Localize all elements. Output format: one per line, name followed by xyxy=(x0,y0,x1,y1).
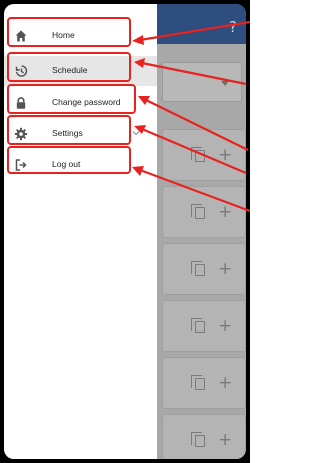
plus-icon[interactable]: + xyxy=(218,315,232,337)
copy-icon[interactable] xyxy=(191,318,205,333)
copy-icon[interactable] xyxy=(191,147,205,162)
plus-icon[interactable]: + xyxy=(218,258,232,280)
plus-icon[interactable]: + xyxy=(218,201,232,223)
schedule-card[interactable]: + xyxy=(162,243,246,295)
annotation-box-log-out xyxy=(7,146,131,174)
copy-icon[interactable] xyxy=(191,432,205,447)
schedule-card[interactable]: + xyxy=(162,186,246,238)
annotation-box-change-password xyxy=(7,84,136,114)
help-icon[interactable]: ? xyxy=(226,18,240,36)
chevron-down-icon[interactable] xyxy=(132,129,140,137)
plus-icon[interactable]: + xyxy=(218,144,232,166)
caret-down-icon xyxy=(221,81,229,86)
phone-frame: ? + + + + + + Home Schedule Change passw… xyxy=(0,0,250,463)
copy-icon[interactable] xyxy=(191,375,205,390)
annotation-box-home xyxy=(7,17,131,47)
copy-icon[interactable] xyxy=(191,261,205,276)
schedule-card[interactable]: + xyxy=(162,129,246,181)
copy-icon[interactable] xyxy=(191,204,205,219)
app-dropdown[interactable] xyxy=(162,62,242,102)
annotation-box-schedule xyxy=(7,52,131,82)
plus-icon[interactable]: + xyxy=(218,429,232,451)
annotation-box-settings xyxy=(7,115,131,145)
schedule-card[interactable]: + xyxy=(162,300,246,352)
schedule-card[interactable]: + xyxy=(162,414,246,459)
plus-icon[interactable]: + xyxy=(218,372,232,394)
schedule-card[interactable]: + xyxy=(162,357,246,409)
